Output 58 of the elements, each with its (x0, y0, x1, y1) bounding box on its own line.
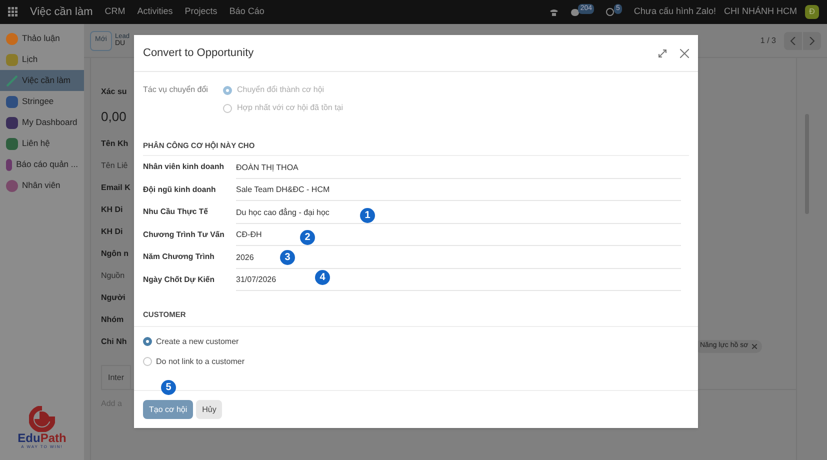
input-field[interactable]: ĐOÀN THỊ THOA (236, 162, 681, 179)
close-icon[interactable] (680, 48, 689, 58)
cancel-button[interactable]: Hủy (196, 400, 222, 419)
chevron-left-icon (790, 36, 796, 44)
logo-mark-icon (29, 406, 55, 432)
close-icon[interactable] (752, 344, 758, 349)
zalo-status[interactable]: Chưa cấu hình Zalo! (634, 5, 716, 19)
sidebar-item[interactable]: Liên hệ (0, 133, 84, 154)
people-icon (6, 180, 18, 192)
field-label: Nhóm (101, 314, 124, 326)
radio-label: Do not link to a customer (156, 356, 244, 368)
field-label: Email K (101, 182, 130, 194)
radio-label: Create a new customer (156, 336, 239, 348)
field-label: Người (101, 292, 126, 304)
field-label: Tác vụ chuyển đổi (143, 84, 209, 96)
company-name[interactable]: CHI NHÁNH HCM (724, 5, 797, 19)
radio-button[interactable] (223, 104, 232, 112)
pager-value: 1 / 3 (760, 34, 776, 46)
menu-item[interactable]: Projects (184, 5, 218, 19)
dialog-title: Convert to Opportunity (143, 46, 254, 61)
sidebar-item[interactable]: Báo cáo quản ... (0, 154, 84, 175)
field-label: Tên Kh (101, 138, 128, 150)
sidebar-item[interactable]: Lịch (0, 49, 84, 70)
menu-item[interactable]: CRM (104, 5, 126, 19)
logo-wordmark: EduPath (18, 432, 66, 444)
chevron-right-icon (809, 36, 815, 44)
speech-bubble-icon (6, 32, 18, 44)
menu-item[interactable]: Activities (137, 5, 173, 19)
app-title[interactable]: Việc cần làm (30, 4, 93, 20)
field-label: KH Di (101, 204, 123, 216)
field-label: KH Di (101, 226, 123, 238)
radio-label: Chuyển đổi thành cơ hội (237, 84, 324, 96)
field-label: 0,00 (101, 108, 126, 126)
next-button[interactable] (803, 32, 821, 50)
expand-icon[interactable] (658, 48, 667, 58)
radio-button[interactable] (143, 357, 152, 366)
input-field[interactable]: Sale Team DH&ĐC - HCM (236, 184, 681, 202)
pen-icon (6, 74, 18, 86)
sidebar-item[interactable]: My Dashboard (0, 112, 84, 133)
app-grid-icon[interactable] (8, 7, 18, 17)
radio-button[interactable] (223, 86, 232, 94)
radio-label: Hợp nhất với cơ hội đã tồn tại (237, 102, 344, 114)
phone-icon[interactable] (549, 8, 560, 16)
field-label: Tên Liê (101, 160, 128, 172)
sidebar-item[interactable]: Nhân viên (0, 175, 84, 196)
menu-item[interactable]: Báo Cáo (229, 5, 264, 19)
field-label: Nguồn (101, 270, 125, 282)
chat-icon[interactable] (571, 8, 580, 16)
field-label: Chi Nh (101, 336, 127, 348)
field-label: Xác su (101, 86, 127, 98)
radio-button[interactable] (143, 337, 152, 346)
tab[interactable]: Inter (101, 365, 132, 389)
previous-button[interactable] (784, 32, 802, 50)
field-label: Ngôn n (101, 248, 129, 260)
sidebar-item[interactable]: Việc cần làm (0, 70, 84, 91)
sidebar-item[interactable]: Thảo luận (0, 28, 84, 49)
create-button[interactable]: Tạo cơ hội (143, 400, 194, 419)
sidebar-item[interactable]: Stringee (0, 91, 84, 112)
